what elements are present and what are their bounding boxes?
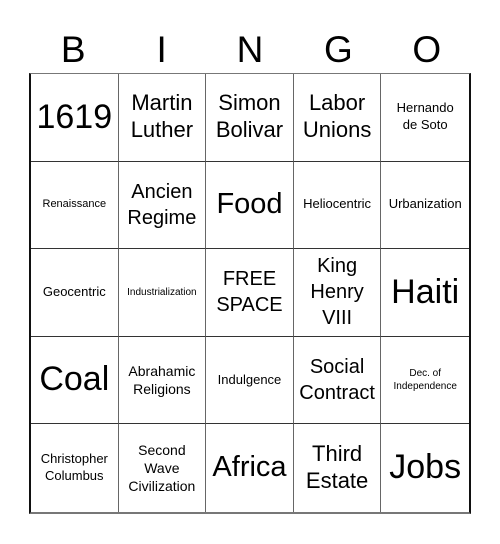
cell-label: Indulgence (217, 371, 282, 387)
bingo-cell-g1[interactable]: Labor Unions (293, 74, 382, 162)
cell-label: Martin Luther (130, 90, 194, 143)
cell-label: Geocentric (42, 284, 106, 300)
bingo-cell-g2[interactable]: Heliocentric (293, 161, 382, 250)
bingo-cell-n1[interactable]: Simon Bolivar (206, 74, 294, 162)
bingo-cell-n5[interactable]: Africa (206, 424, 294, 512)
cell-label: Jobs (389, 448, 462, 487)
cell-label: Heliocentric (303, 196, 372, 212)
header-letter-i: I (156, 29, 167, 70)
bingo-cell-b5[interactable]: Christopher Columbus (31, 424, 119, 512)
header-letter-n: N (236, 29, 264, 70)
bingo-cell-o1[interactable]: Hernando de Soto (381, 74, 469, 162)
cell-label: Industrialization (127, 286, 197, 298)
cell-label: Africa (212, 451, 287, 484)
bingo-cell-b1[interactable]: 1619 (31, 74, 119, 162)
bingo-cell-n2[interactable]: Food (206, 161, 294, 250)
bingo-cell-i1[interactable]: Martin Luther (118, 74, 207, 162)
bingo-cell-b4[interactable]: Coal (31, 336, 119, 425)
cell-label: Abrahamic Religions (128, 362, 196, 398)
bingo-cell-o5[interactable]: Jobs (381, 424, 469, 512)
bingo-header: B I N G O (29, 28, 471, 72)
header-letter-o: O (412, 29, 442, 70)
cell-label: Haiti (391, 272, 460, 311)
cell-label: Ancien Regime (127, 180, 197, 229)
cell-label: Christopher Columbus (40, 451, 108, 484)
bingo-cell-g3[interactable]: King Henry VIII (293, 249, 382, 337)
bingo-cell-i2[interactable]: Ancien Regime (118, 161, 207, 250)
cell-label: Social Contract (299, 356, 375, 405)
bingo-grid: 1619 Martin Luther Simon Bolivar Labor Unio… (29, 73, 471, 514)
bingo-cell-i4[interactable]: Abrahamic Religions (118, 336, 207, 425)
cell-label: Dec. of Independence (393, 368, 457, 393)
bingo-cell-o2[interactable]: Urbanization (381, 162, 469, 250)
bingo-cell-n3[interactable]: FREE SPACE (206, 249, 294, 337)
bingo-cell-g4[interactable]: Social Contract (293, 336, 382, 425)
cell-label: Third Estate (305, 441, 369, 494)
cell-label: Simon Bolivar (215, 90, 284, 143)
cell-label: Second Wave Civilization (128, 441, 196, 495)
header-letter-b: B (60, 29, 86, 70)
cell-label: Coal (39, 360, 110, 399)
cell-label: Food (216, 187, 283, 220)
cell-label: FREE SPACE (216, 268, 283, 317)
bingo-cell-o4[interactable]: Dec. of Independence (381, 337, 469, 425)
bingo-cell-n4[interactable]: Indulgence (206, 336, 294, 425)
cell-label: 1619 (36, 97, 113, 136)
cell-label: Labor Unions (302, 90, 372, 143)
cell-label: Renaissance (42, 198, 107, 211)
bingo-cell-b2[interactable]: Renaissance (31, 161, 119, 250)
cell-label: Urbanization (388, 196, 462, 212)
cell-label: Hernando de Soto (396, 100, 454, 133)
bingo-cell-i3[interactable]: Industrialization (118, 249, 207, 337)
bingo-cell-b3[interactable]: Geocentric (31, 249, 119, 337)
bingo-cell-g5[interactable]: Third Estate (294, 424, 382, 512)
cell-label: King Henry VIII (310, 255, 364, 330)
header-letter-g: G (324, 29, 353, 70)
bingo-cell-i5[interactable]: Second Wave Civilization (119, 424, 207, 512)
bingo-cell-o3[interactable]: Haiti (381, 249, 469, 337)
